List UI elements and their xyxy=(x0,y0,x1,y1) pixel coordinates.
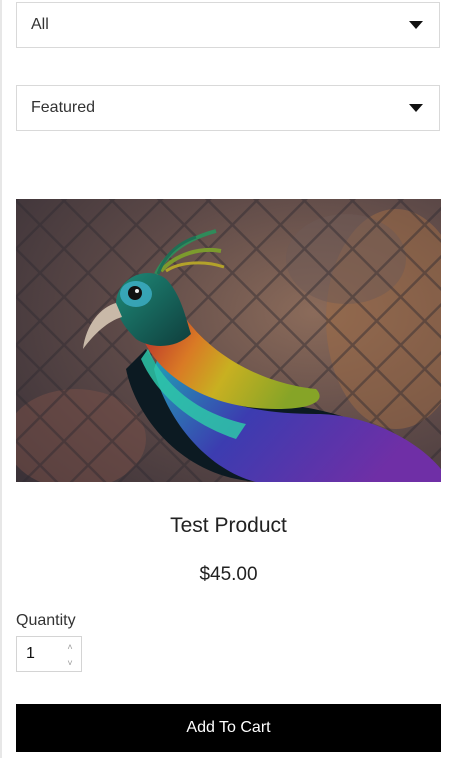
pheasant-photo xyxy=(16,199,441,482)
quantity-label: Quantity xyxy=(16,612,76,629)
chevron-up-icon[interactable]: ˄ xyxy=(67,642,72,652)
caret-down-icon xyxy=(409,21,423,29)
page-left-border xyxy=(0,0,2,758)
category-filter-select[interactable]: All xyxy=(16,2,440,48)
quantity-value: 1 xyxy=(26,645,35,662)
chevron-down-icon[interactable]: ˅ xyxy=(67,658,72,668)
product-image[interactable] xyxy=(16,199,441,482)
quantity-stepper[interactable]: 1 ˄ ˅ xyxy=(16,636,82,672)
quantity-spin-buttons[interactable]: ˄ ˅ xyxy=(65,642,75,668)
product-price: $45.00 xyxy=(199,564,258,585)
caret-down-icon xyxy=(409,104,423,112)
sort-select[interactable]: Featured xyxy=(16,85,440,131)
product-title[interactable]: Test Product xyxy=(16,514,441,538)
category-filter-value: All xyxy=(31,16,49,33)
sort-select-value: Featured xyxy=(31,99,96,116)
add-to-cart-button[interactable]: Add To Cart xyxy=(16,704,441,752)
